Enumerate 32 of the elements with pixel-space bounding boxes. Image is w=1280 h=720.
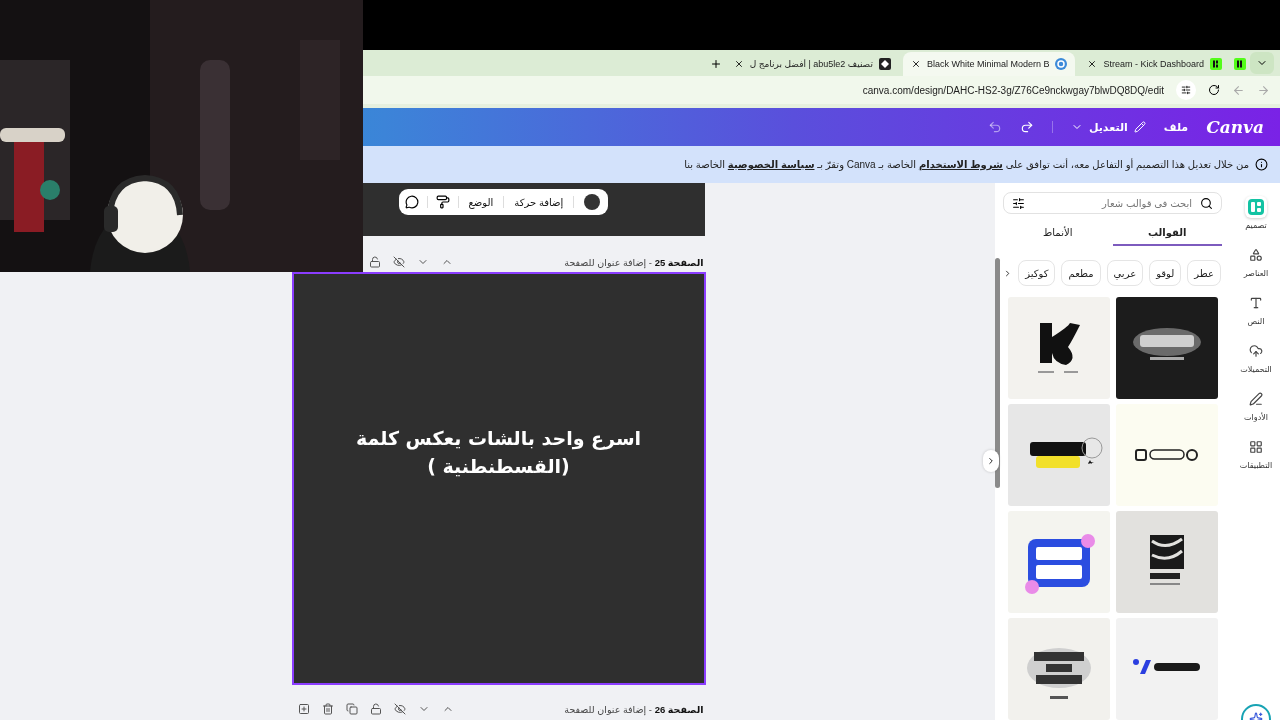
page-title[interactable]: الصفحة 26 - إضافة عنوان للصفحة <box>564 703 704 715</box>
rail-item[interactable]: تصميم <box>1232 196 1280 244</box>
filter-chip[interactable]: مطعم <box>1061 260 1101 286</box>
search-field[interactable]: ابحث في قوالب شعار <box>1031 196 1194 210</box>
page-title[interactable]: الصفحة 25 - إضافة عنوان للصفحة <box>564 256 704 268</box>
page-text[interactable]: اسرع واحد بالشات يعكس كلمة (القسطنطنية ) <box>355 424 642 481</box>
filter-chip[interactable]: لوقو <box>1149 260 1182 286</box>
browser-tab[interactable]: Black White Minimal Modern B <box>902 52 1076 76</box>
rail-item[interactable]: التطبيقات <box>1232 436 1280 484</box>
tab-title: Black White Minimal Modern B <box>926 59 1050 69</box>
browser-tab[interactable]: Stream - Kick Dashboard <box>1079 52 1230 76</box>
notice-link[interactable]: سياسة الخصوصية <box>727 159 815 170</box>
address-field[interactable]: canva.com/design/DAHC-HS2-3g/Z76Ce9nckwgay7blwDQ8DQ/edit <box>862 84 1164 96</box>
filter-chip[interactable]: عربي <box>1106 260 1144 286</box>
notice-text: من خلال تعديل هذا التصميم أو التفاعل معه، أنت توافق على شروط الاستخدام الخاصة بـ Canva وتقرّ بـ سياسة الخصوصية الخاصة بنا <box>684 159 1249 170</box>
rail-item[interactable]: الأدوات <box>1232 388 1280 436</box>
notice-link[interactable]: شروط الاستخدام <box>918 159 1003 170</box>
tab-title: Stream - Kick Dashboard <box>1103 59 1204 69</box>
panel-tab[interactable]: القوالب <box>1112 220 1222 246</box>
search-bar[interactable]: ابحث في قوالب شعار <box>1003 192 1222 214</box>
rail-item[interactable]: النص <box>1232 292 1280 340</box>
rail-item[interactable]: التحميلات <box>1232 340 1280 388</box>
toolbar-button[interactable]: الوضع <box>466 196 496 208</box>
file-menu-button[interactable]: ملف <box>1163 120 1189 134</box>
canva-logo[interactable]: Canva <box>1206 117 1264 137</box>
toolbar-button[interactable]: إضافة حركة <box>512 196 566 208</box>
rail-item[interactable]: العناصر <box>1232 244 1280 292</box>
filter-chip[interactable]: كوكيز <box>1018 260 1056 286</box>
design-page[interactable]: اسرع واحد بالشات يعكس كلمة (القسطنطنية ) <box>291 272 706 685</box>
edit-menu-button[interactable]: التعديل <box>1070 120 1146 134</box>
filter-chip[interactable]: عطر <box>1187 260 1221 286</box>
panel-tab[interactable]: الأنماط <box>1003 220 1113 246</box>
